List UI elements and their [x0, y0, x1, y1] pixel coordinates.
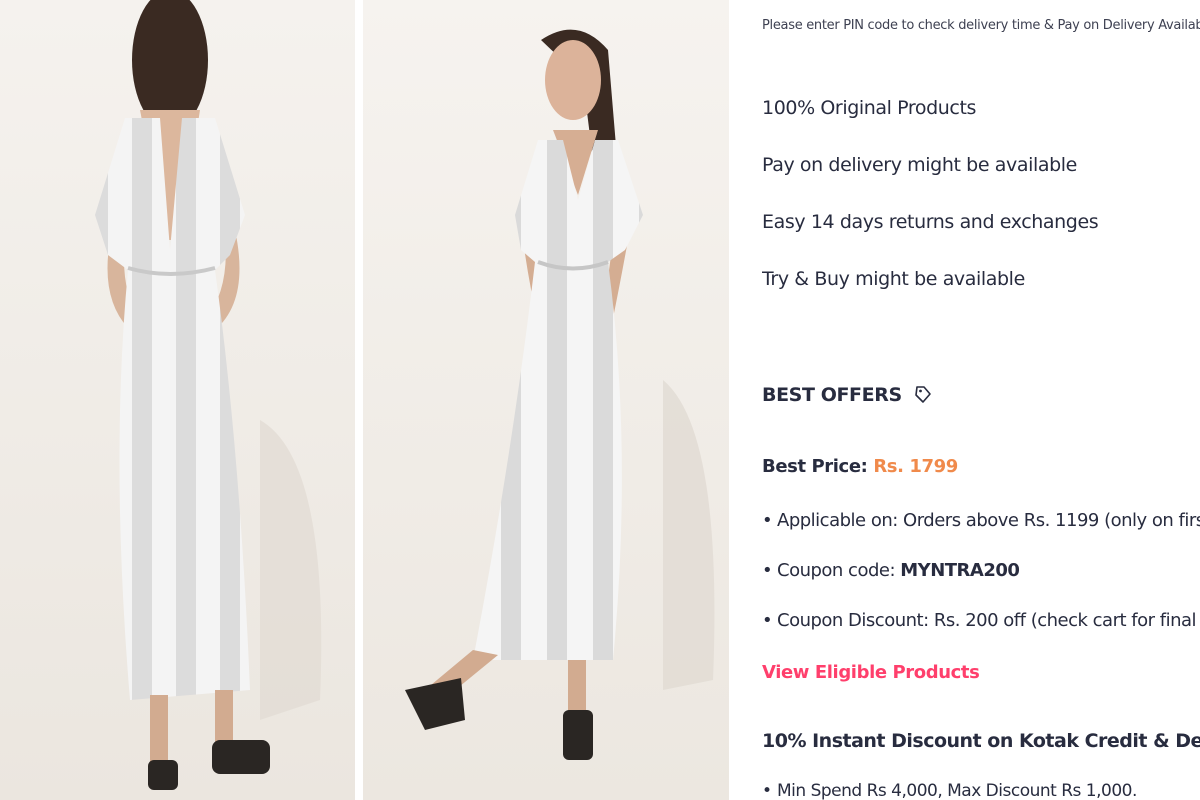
bullet-icon: • [762, 560, 773, 581]
offer-detail-value: Orders above Rs. 1199 (only on first pur… [903, 510, 1200, 531]
offer-detail-value: Rs. 200 off (check cart for final saving… [933, 610, 1200, 631]
offer-detail-label: Applicable on: [777, 510, 898, 531]
offer-detail-item: • Applicable on: Orders above Rs. 1199 (o… [762, 508, 1200, 558]
kotak-detail-text: Min Spend Rs 4,000, Max Discount Rs 1,00… [777, 781, 1137, 800]
best-price: Best Price: Rs. 1799 [762, 456, 958, 477]
offer-detail-item: • Min Spend Rs 4,000, Max Discount Rs 1,0… [762, 778, 1137, 800]
best-price-label: Best Price: [762, 456, 868, 477]
best-offers-heading: BEST OFFERS [762, 384, 932, 406]
product-features-list: 100% Original Products Pay on delivery m… [762, 95, 1099, 323]
offer-detail-label: Coupon code: [777, 560, 896, 581]
feature-item: Try & Buy might be available [762, 268, 1025, 290]
offer-detail-item: • Coupon code: MYNTRA200 [762, 558, 1200, 608]
offer-details-list: • Applicable on: Orders above Rs. 1199 (o… [762, 508, 1200, 658]
pin-code-note: Please enter PIN code to check delivery … [762, 18, 1200, 33]
product-image-front-view[interactable] [363, 0, 729, 800]
tag-icon [914, 385, 932, 405]
view-eligible-products-link[interactable]: View Eligible Products [762, 662, 980, 683]
bullet-icon: • [762, 610, 773, 631]
kotak-offer-heading: 10% Instant Discount on Kotak Credit & D… [762, 730, 1200, 752]
best-offers-title: BEST OFFERS [762, 384, 902, 406]
coupon-code: MYNTRA200 [900, 560, 1020, 581]
feature-item: Easy 14 days returns and exchanges [762, 211, 1099, 233]
kotak-offer-details: • Min Spend Rs 4,000, Max Discount Rs 1,0… [762, 778, 1137, 800]
bullet-icon: • [762, 510, 773, 531]
offer-detail-item: • Coupon Discount: Rs. 200 off (check car… [762, 608, 1200, 658]
product-image-gallery [0, 0, 740, 800]
bullet-icon: • [762, 781, 772, 800]
product-info-panel: Please enter PIN code to check delivery … [762, 0, 1200, 800]
feature-item: 100% Original Products [762, 97, 976, 119]
offer-detail-label: Coupon Discount: [777, 610, 929, 631]
product-image-back-view[interactable] [0, 0, 355, 800]
best-price-value: Rs. 1799 [873, 456, 958, 477]
feature-item: Pay on delivery might be available [762, 154, 1077, 176]
